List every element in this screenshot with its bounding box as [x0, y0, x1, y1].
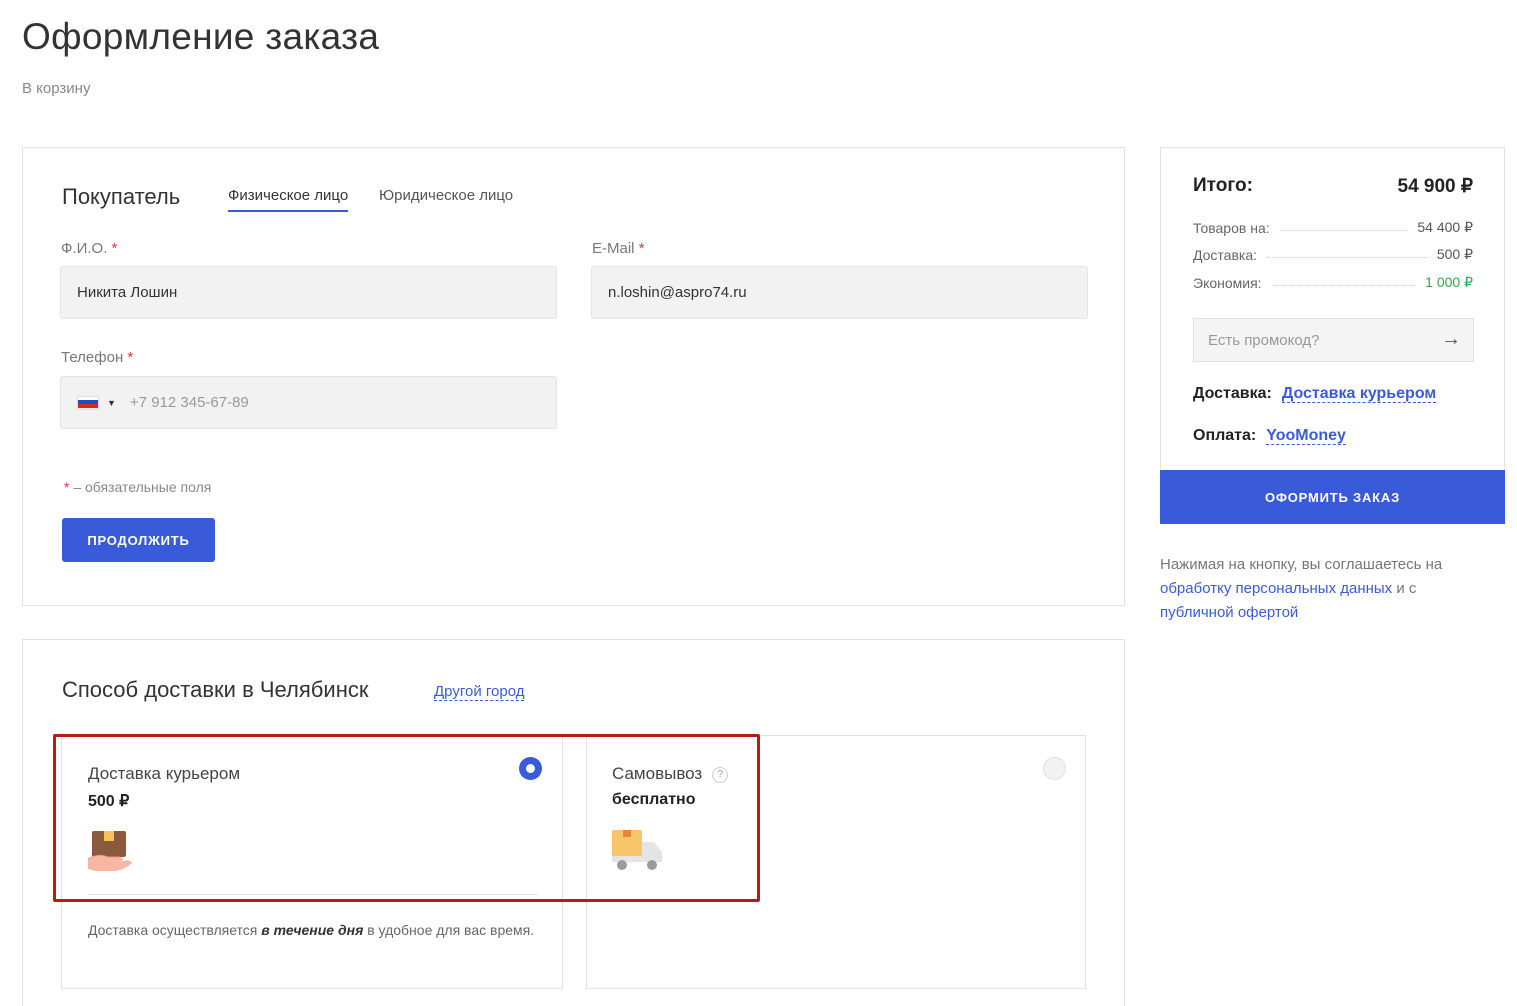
box-in-hand-icon — [87, 829, 134, 873]
fio-label-text: Ф.И.О. — [61, 240, 108, 257]
phone-field[interactable]: ▼ +7 912 345-67-89 — [60, 376, 557, 429]
desc-after: в удобное для вас время. — [363, 922, 535, 938]
delivery-title: Способ доставки в Челябинск — [62, 677, 369, 702]
buyer-title: Покупатель — [62, 184, 181, 209]
email-label: E-Mail * — [592, 240, 645, 257]
chevron-down-icon[interactable]: ▼ — [107, 398, 116, 408]
buyer-panel: Покупатель Физическое лицо Юридическое л… — [22, 147, 1125, 606]
required-mark: * — [64, 479, 70, 495]
phone-label-text: Телефон — [61, 349, 124, 366]
personal-data-link[interactable]: обработку персональных данных — [1160, 580, 1392, 597]
agreement-intro: Нажимая на кнопку, вы соглашаетесь на — [1160, 556, 1443, 573]
public-offer-link[interactable]: публичной офертой — [1160, 604, 1298, 621]
required-mark: * — [127, 349, 134, 366]
agreement-and: и с — [1396, 580, 1417, 597]
row-label: Доставка: — [1193, 247, 1258, 263]
total-value: 54 900 ₽ — [1397, 176, 1473, 197]
desc-bold: в течение дня — [261, 922, 364, 938]
tab-individual[interactable]: Физическое лицо — [228, 187, 349, 212]
required-note: * – обязательные поля — [64, 479, 211, 495]
radio-unselected[interactable] — [1043, 757, 1066, 780]
fio-field[interactable]: Никита Лошин — [60, 266, 557, 319]
submit-order-button[interactable]: ОФОРМИТЬ ЗАКАЗ — [1160, 470, 1505, 524]
agreement-text: Нажимая на кнопку, вы соглашаетесь на об… — [1160, 553, 1480, 625]
option-price: 500 ₽ — [88, 793, 130, 810]
arrow-right-icon[interactable]: → — [1441, 328, 1461, 351]
summary-delivery-link[interactable]: Доставка курьером — [1281, 385, 1437, 403]
delivery-option-courier[interactable]: Доставка курьером 500 ₽ Доставка осущест… — [61, 735, 563, 989]
russia-flag-icon[interactable] — [77, 395, 99, 410]
row-dots — [1279, 230, 1408, 231]
row-dots — [1267, 257, 1427, 258]
summary-payment: Оплата: YooMoney — [1193, 427, 1346, 445]
promo-code-input[interactable]: Есть промокод? → — [1193, 318, 1474, 362]
fio-label: Ф.И.О. * — [61, 240, 117, 257]
row-value: 54 400 ₽ — [1417, 219, 1473, 235]
option-price: бесплатно — [612, 791, 696, 808]
email-value: n.loshin@aspro74.ru — [608, 284, 747, 301]
summary-row-savings: Экономия: 1 000 ₽ — [1193, 271, 1473, 291]
required-note-text: – обязательные поля — [73, 479, 212, 495]
email-field[interactable]: n.loshin@aspro74.ru — [591, 266, 1088, 319]
option-description: Доставка осуществляется в течение дня в … — [88, 919, 543, 941]
row-label: Товаров на: — [1193, 220, 1270, 236]
page-title: Оформление заказа — [22, 16, 380, 57]
row-label: Экономия: — [1193, 275, 1262, 291]
delivery-truck-icon — [612, 828, 664, 872]
desc-before: Доставка осуществляется — [88, 922, 262, 938]
other-city-link[interactable]: Другой город — [434, 683, 525, 701]
continue-button[interactable]: ПРОДОЛЖИТЬ — [62, 518, 215, 562]
total-label: Итого: — [1193, 175, 1253, 196]
option-title-wrap: Самовывоз? — [612, 764, 729, 784]
radio-selected[interactable] — [519, 757, 542, 780]
required-mark: * — [638, 240, 645, 257]
phone-placeholder: +7 912 345-67-89 — [129, 394, 249, 411]
summary-row-delivery: Доставка: 500 ₽ — [1193, 243, 1473, 263]
summary-delivery: Доставка: Доставка курьером — [1193, 385, 1437, 403]
option-title: Самовывоз — [612, 764, 703, 783]
back-to-cart-link[interactable]: В корзину — [22, 80, 90, 97]
summary-payment-link[interactable]: YooMoney — [1266, 427, 1346, 445]
summary-row-goods: Товаров на: 54 400 ₽ — [1193, 216, 1473, 236]
option-title: Доставка курьером — [88, 764, 241, 783]
required-mark: * — [111, 240, 118, 257]
fio-value: Никита Лошин — [77, 284, 178, 301]
delivery-option-pickup[interactable]: Самовывоз? бесплатно — [586, 735, 1086, 989]
row-value: 500 ₽ — [1436, 246, 1473, 262]
summary-payment-label: Оплата: — [1193, 427, 1257, 444]
help-icon[interactable]: ? — [712, 766, 729, 783]
order-summary-panel: Итого: 54 900 ₽ Товаров на: 54 400 ₽ Дост… — [1160, 147, 1505, 471]
summary-delivery-label: Доставка: — [1193, 385, 1272, 402]
phone-label: Телефон * — [61, 349, 133, 366]
option-divider — [88, 894, 538, 895]
delivery-panel: Способ доставки в Челябинск Другой город… — [22, 639, 1125, 1006]
row-dots — [1271, 285, 1416, 286]
row-value: 1 000 ₽ — [1425, 274, 1473, 290]
tab-legal-entity[interactable]: Юридическое лицо — [379, 187, 513, 204]
promo-placeholder: Есть промокод? — [1208, 331, 1320, 349]
email-label-text: E-Mail — [592, 240, 635, 257]
